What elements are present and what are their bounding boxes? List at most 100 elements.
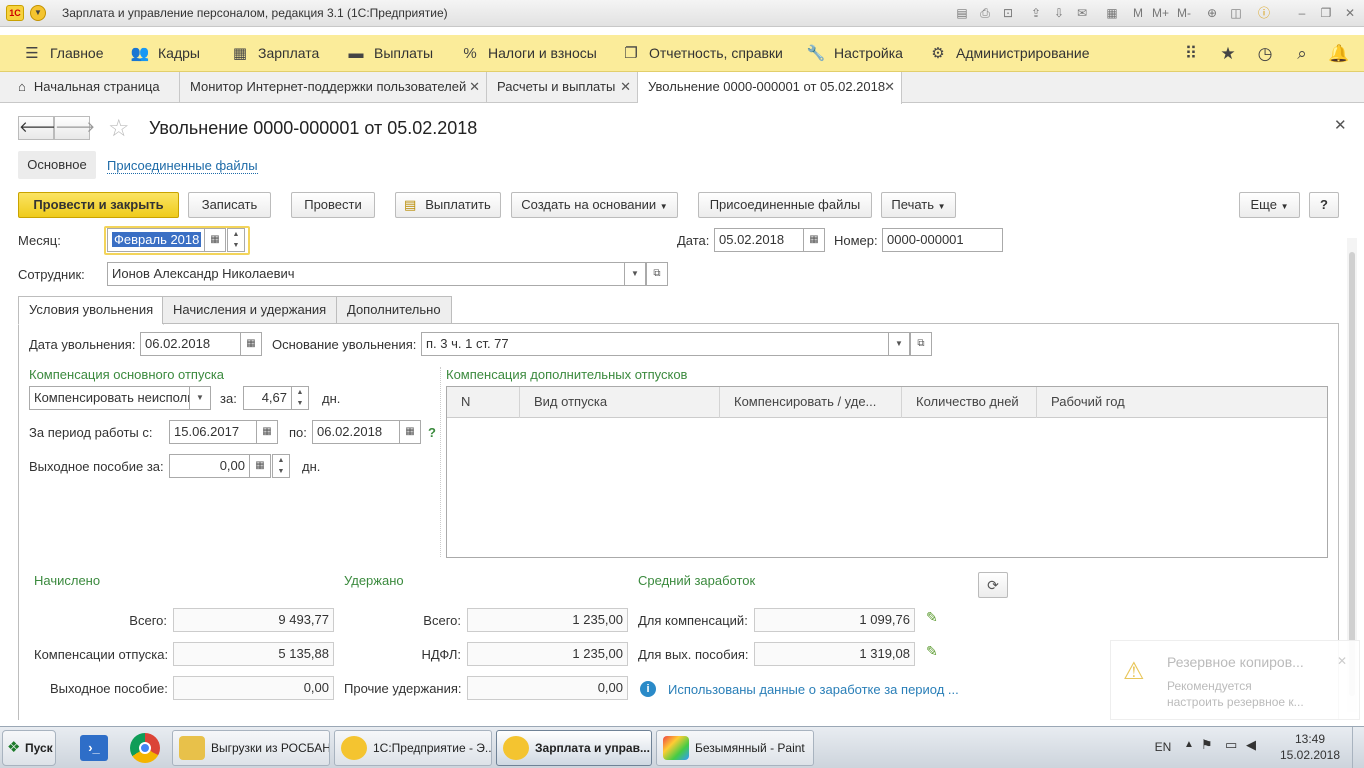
memory-minus-icon[interactable]: M- (1176, 5, 1192, 21)
search-icon[interactable]: ⌕ (1289, 35, 1315, 72)
menu-admin[interactable]: ⚙ Администрирование (928, 35, 1089, 72)
minimize-icon[interactable]: – (1294, 5, 1310, 21)
network-icon[interactable]: ▭ (1225, 737, 1237, 753)
close-tab-icon[interactable]: ✕ (620, 72, 631, 102)
close-form-icon[interactable]: ✕ (1334, 116, 1347, 134)
employee-input[interactable]: Ионов Александр Николаевич (107, 262, 625, 286)
period-to-input[interactable]: 06.02.2018 (312, 420, 400, 444)
comp-days-spinner[interactable]: ▲ ▼ (291, 386, 309, 410)
clock-date[interactable]: 15.02.2018 (1276, 748, 1344, 762)
menu-salary[interactable]: ▦ Зарплата (230, 35, 319, 72)
memory-plus-icon[interactable]: M+ (1152, 5, 1169, 21)
open-card-icon[interactable]: ⧉ (646, 262, 668, 286)
language-indicator[interactable]: EN (1148, 727, 1178, 768)
print-button[interactable]: Печать ▼ (881, 192, 956, 218)
chrome-icon[interactable] (130, 733, 160, 763)
tab-payroll[interactable]: Расчеты и выплаты ✕ (487, 72, 638, 103)
tab-additional[interactable]: Дополнительно (336, 296, 452, 324)
calendar-icon[interactable]: ▦ (204, 228, 226, 252)
tab-accruals[interactable]: Начисления и удержания (162, 296, 338, 324)
open-card-icon[interactable]: ⧉ (910, 332, 932, 356)
tab-dismissal-conditions[interactable]: Условия увольнения (18, 296, 165, 325)
bell-icon[interactable]: 🔔 (1326, 35, 1352, 72)
comp-days-input[interactable]: 4,67 (243, 386, 292, 410)
chevron-down-icon[interactable]: ▼ (189, 386, 211, 410)
column-days[interactable]: Количество дней (902, 387, 1037, 418)
help-button[interactable]: ? (1309, 192, 1339, 218)
calendar-icon[interactable]: ▦ (240, 332, 262, 356)
favorites-star-icon[interactable]: ★ (1215, 35, 1241, 72)
more-button[interactable]: Еще ▼ (1239, 192, 1300, 218)
column-n[interactable]: N (447, 387, 520, 418)
zoom-icon[interactable]: ⊕ (1204, 5, 1220, 21)
calendar-icon[interactable]: ▦ (1104, 5, 1120, 21)
section-files-link[interactable]: Присоединенные файлы (107, 158, 258, 174)
edit-pencil-icon[interactable]: ✎ (926, 643, 938, 660)
tab-support-monitor[interactable]: Монитор Интернет-поддержки пользователей… (180, 72, 487, 103)
chevron-down-icon[interactable]: ▼ (888, 332, 910, 356)
save-icon[interactable]: ▤ (954, 5, 970, 21)
tray-expand-icon[interactable]: ▲ (1184, 739, 1194, 750)
menu-settings[interactable]: 🔧 Настройка (806, 35, 903, 72)
severance-days-input[interactable]: 0,00 (169, 454, 250, 478)
post-button[interactable]: Провести (291, 192, 375, 218)
restore-icon[interactable]: ❐ (1318, 5, 1334, 21)
history-icon[interactable]: ◷ (1252, 35, 1278, 72)
number-input[interactable]: 0000-000001 (882, 228, 1003, 252)
extra-vacations-table[interactable]: N Вид отпуска Компенсировать / уде... Ко… (446, 386, 1328, 558)
edit-pencil-icon[interactable]: ✎ (926, 609, 938, 626)
favorite-star-icon[interactable]: ☆ (108, 114, 130, 143)
tab-home[interactable]: ⌂ Начальная страница (0, 72, 180, 103)
menu-payments[interactable]: ▬ Выплаты (346, 35, 434, 72)
create-based-on-button[interactable]: Создать на основании ▼ (511, 192, 678, 218)
close-tab-icon[interactable]: ✕ (469, 72, 480, 102)
taskbar-item-paint[interactable]: Безымянный - Paint (656, 730, 814, 766)
calendar-icon[interactable]: ▦ (803, 228, 825, 252)
save-button[interactable]: Записать (188, 192, 271, 218)
calculator-icon[interactable]: ▦ (249, 454, 271, 478)
severance-spinner[interactable]: ▲ ▼ (272, 454, 290, 478)
download-icon[interactable]: ⇩ (1051, 5, 1067, 21)
column-vacation-type[interactable]: Вид отпуска (520, 387, 720, 418)
upload-icon[interactable]: ⇪ (1028, 5, 1044, 21)
taskbar-item-rosbank[interactable]: Выгрузки из РОСБАНК (172, 730, 330, 766)
info-icon[interactable]: ⓘ (1256, 5, 1272, 21)
section-main[interactable]: Основное (18, 151, 96, 179)
close-notification-icon[interactable]: ✕ (1337, 654, 1347, 668)
backup-notification[interactable]: ⚠ Резервное копиров... Рекомендуется нас… (1110, 640, 1360, 720)
menu-taxes[interactable]: % Налоги и взносы (460, 35, 597, 72)
close-window-icon[interactable]: ✕ (1342, 5, 1358, 21)
column-work-year[interactable]: Рабочий год (1037, 387, 1327, 418)
close-tab-icon[interactable]: ✕ (884, 72, 895, 102)
dismissal-date-input[interactable]: 06.02.2018 (140, 332, 241, 356)
back-button[interactable]: 🡐 (18, 116, 59, 140)
menu-personnel[interactable]: 👥 Кадры (130, 35, 200, 72)
print-icon[interactable]: ⎙ (977, 5, 993, 21)
month-spinner[interactable]: ▲ ▼ (227, 228, 245, 252)
compensation-mode-select[interactable]: Компенсировать неисполь (29, 386, 190, 410)
mail-icon[interactable]: ✉ (1074, 5, 1090, 21)
calendar-icon[interactable]: ▦ (256, 420, 278, 444)
avg-info-text[interactable]: Использованы данные о заработке за перио… (668, 682, 959, 697)
attached-files-button[interactable]: Присоединенные файлы (698, 192, 872, 218)
show-desktop-button[interactable] (1352, 727, 1364, 768)
powershell-icon[interactable]: ›_ (80, 735, 108, 761)
preview-icon[interactable]: ⊡ (1000, 5, 1016, 21)
tab-dismissal[interactable]: Увольнение 0000-000001 от 05.02.2018 ✕ (638, 72, 902, 104)
post-and-close-button[interactable]: Провести и закрыть (18, 192, 179, 218)
panels-icon[interactable]: ◫ (1228, 5, 1244, 21)
scrollbar-thumb[interactable] (1349, 252, 1355, 696)
speaker-icon[interactable]: ◀ (1246, 737, 1256, 753)
dismissal-basis-input[interactable]: п. 3 ч. 1 ст. 77 (421, 332, 889, 356)
date-input[interactable]: 05.02.2018 (714, 228, 804, 252)
flag-icon[interactable]: ⚑ (1201, 737, 1213, 753)
clock-time[interactable]: 13:49 (1280, 732, 1340, 746)
month-input[interactable]: Февраль 2018 (107, 228, 205, 252)
start-button[interactable]: ❖ Пуск (2, 730, 56, 766)
memory-m-icon[interactable]: M (1130, 5, 1146, 21)
menu-reports[interactable]: ❐ Отчетность, справки (621, 35, 783, 72)
column-compensate[interactable]: Компенсировать / уде... (720, 387, 902, 418)
apps-grid-icon[interactable]: ⠿ (1178, 35, 1204, 72)
taskbar-item-1c-enterprise[interactable]: 1С:Предприятие - Э... (334, 730, 492, 766)
calendar-icon[interactable]: ▦ (399, 420, 421, 444)
